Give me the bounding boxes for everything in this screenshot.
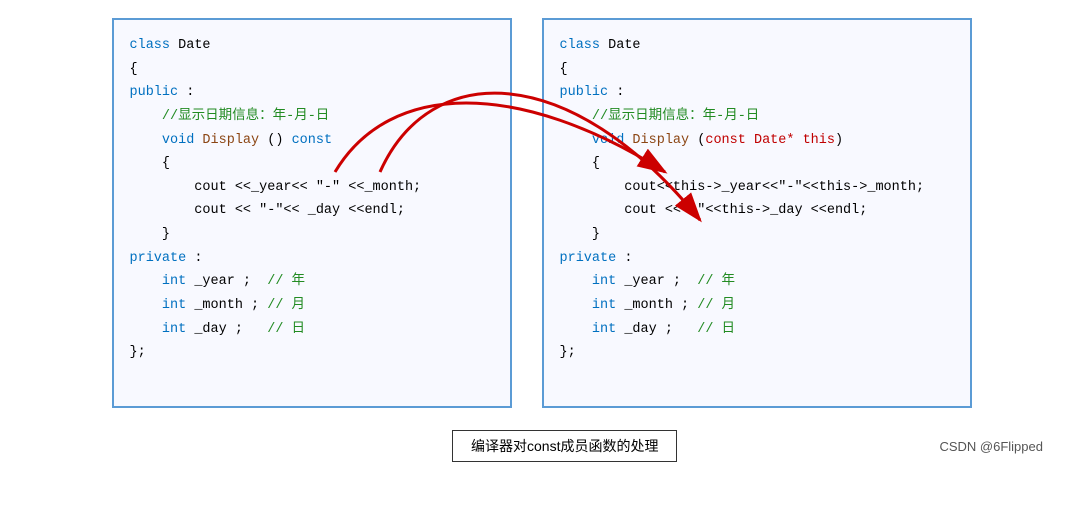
right-line-6: {	[560, 152, 954, 176]
right-line-4: //显示日期信息：年-月-日	[560, 105, 954, 129]
right-line-13: int _day ; // 日	[560, 318, 954, 342]
right-line-2: {	[560, 58, 954, 82]
bottom-section: 编译器对const成员函数的处理 CSDN @6Flipped	[0, 422, 1083, 466]
left-line-6: {	[130, 152, 494, 176]
left-line-12: int _month ; // 月	[130, 294, 494, 318]
right-line-1: class Date	[560, 34, 954, 58]
left-line-1: class Date	[130, 34, 494, 58]
right-line-3: public :	[560, 81, 954, 105]
caption-box: 编译器对const成员函数的处理	[452, 430, 677, 462]
right-line-5: void Display (const Date* this)	[560, 129, 954, 153]
right-code-box: class Date { public : //显示日期信息：年-月-日 voi…	[542, 18, 972, 408]
right-line-11: int _year ; // 年	[560, 270, 954, 294]
right-line-9: }	[560, 223, 954, 247]
branding-text: CSDN @6Flipped	[939, 439, 1043, 454]
right-line-14: };	[560, 341, 954, 365]
left-line-13: int _day ; // 日	[130, 318, 494, 342]
left-line-14: };	[130, 341, 494, 365]
left-line-8: cout << "-"<< _day <<endl;	[130, 199, 494, 223]
right-line-10: private :	[560, 247, 954, 271]
left-line-9: }	[130, 223, 494, 247]
right-line-7: cout<<this->_year<<"-"<<this->_month;	[560, 176, 954, 200]
left-line-4: //显示日期信息：年-月-日	[130, 105, 494, 129]
left-code-box: class Date { public : //显示日期信息：年-月-日 voi…	[112, 18, 512, 408]
left-line-11: int _year ; // 年	[130, 270, 494, 294]
left-line-2: {	[130, 58, 494, 82]
right-line-12: int _month ; // 月	[560, 294, 954, 318]
left-line-3: public :	[130, 81, 494, 105]
left-line-5: void Display () const	[130, 129, 494, 153]
right-line-8: cout <<"-"<<this->_day <<endl;	[560, 199, 954, 223]
caption-text: 编译器对const成员函数的处理	[471, 438, 658, 454]
left-line-10: private :	[130, 247, 494, 271]
left-line-7: cout <<_year<< "-" <<_month;	[130, 176, 494, 200]
